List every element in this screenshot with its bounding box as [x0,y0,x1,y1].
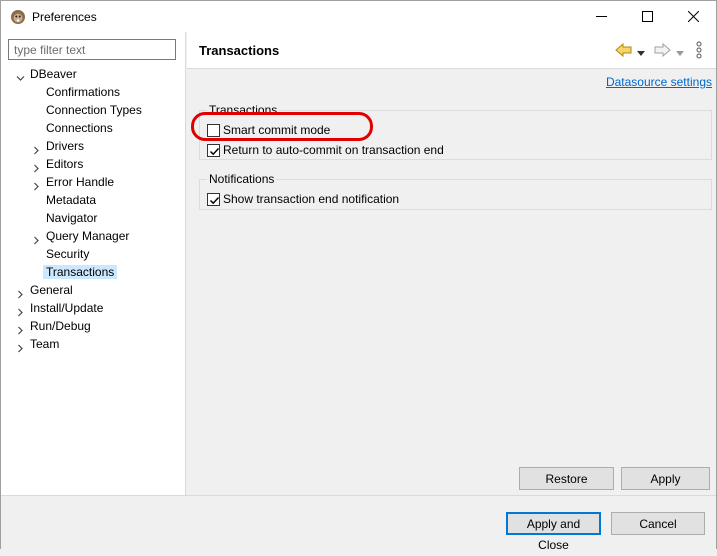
minimize-icon [596,16,607,17]
preference-page: Transactions Datasource settings Transac… [187,32,716,507]
page-header: Transactions [187,32,716,69]
apply-and-close-button[interactable]: Apply and Close [506,512,601,552]
tree-item-label: Metadata [46,193,97,207]
tree-item-dbeaver[interactable]: DBeaver [16,65,77,83]
tree-item-drivers[interactable]: Drivers [34,137,84,155]
cancel-button[interactable]: Cancel [611,512,705,535]
tree-item-general[interactable]: General [18,281,73,299]
forward-arrow-icon[interactable] [653,42,671,61]
tree-item-run-debug[interactable]: Run/Debug [18,317,91,335]
tree-item-label: Transactions [43,265,118,279]
chevron-right-icon[interactable] [16,286,25,304]
checkmark-icon [209,147,220,156]
back-history-chevron-down-icon[interactable] [637,46,645,60]
chevron-right-icon[interactable] [16,304,25,322]
tree-item-transactions[interactable]: Transactions [43,263,118,281]
close-button[interactable] [670,1,716,32]
datasource-settings-link[interactable]: Datasource settings [606,75,712,89]
preferences-tree-pane: DBeaver Confirmations Connection Types Conn… [1,32,186,495]
notifications-group-legend: Notifications [207,172,277,186]
chevron-right-icon[interactable] [32,232,41,250]
tree-item-install-update[interactable]: Install/Update [18,299,104,317]
preferences-window: Preferences DBeaver Confirmations Connecti… [0,0,717,552]
tree-item-label: Editors [46,157,84,171]
title-bar: Preferences [1,1,716,32]
tree-item-label: Connections [46,121,113,135]
checkmark-icon [209,196,220,205]
checkbox-label: Show transaction end notification [223,192,400,206]
chevron-right-icon[interactable] [16,340,25,358]
checkbox-box[interactable] [207,144,220,157]
chevron-right-icon[interactable] [32,142,41,160]
tree-item-label: Drivers [46,139,84,153]
tree-item-security[interactable]: Security [46,245,89,263]
chevron-right-icon[interactable] [16,322,25,340]
apply-button[interactable]: Apply [621,467,710,490]
tree-item-error-handle[interactable]: Error Handle [34,173,115,191]
forward-history-chevron-down-icon[interactable] [676,46,684,60]
tree-item-connections[interactable]: Connections [46,119,113,137]
tree-item-label: Security [46,247,90,261]
tree-item-team[interactable]: Team [18,335,60,353]
window-title: Preferences [32,10,97,24]
filter-input[interactable] [8,39,176,60]
page-title: Transactions [199,43,280,58]
checkbox-label: Return to auto-commit on transaction end [223,143,444,157]
tree-item-label: Query Manager [46,229,130,243]
back-arrow-icon[interactable] [615,42,633,61]
tree-item-label: DBeaver [30,67,77,81]
chevron-right-icon[interactable] [32,160,41,178]
maximize-icon [642,11,653,22]
dbeaver-app-icon [10,9,26,25]
tree-item-label: Team [30,337,60,351]
checkbox-box[interactable] [207,193,220,206]
tree-item-label: Connection Types [46,103,142,117]
maximize-button[interactable] [624,1,670,32]
tree-item-editors[interactable]: Editors [34,155,84,173]
tree-item-label: General [30,283,73,297]
tree-item-label: Run/Debug [30,319,91,333]
tree-item-label: Navigator [46,211,98,225]
tree-item-label: Install/Update [30,301,104,315]
tree-item-navigator[interactable]: Navigator [46,209,97,227]
dialog-button-bar: Apply and Close Cancel [1,495,716,552]
tree-item-metadata[interactable]: Metadata [46,191,96,209]
tree-item-confirmations[interactable]: Confirmations [46,83,120,101]
minimize-button[interactable] [578,1,624,32]
tree-item-label: Error Handle [46,175,115,189]
tree-item-query-manager[interactable]: Query Manager [34,227,130,245]
tree-item-label: Confirmations [46,85,121,99]
annotation-highlight [191,112,373,141]
chevron-down-icon[interactable] [16,70,25,88]
notifications-group: Notifications Show transaction end notif… [199,172,712,210]
tree-item-connection-types[interactable]: Connection Types [46,101,142,119]
chevron-right-icon[interactable] [32,178,41,196]
view-menu-icon[interactable] [695,41,703,62]
close-icon [688,11,699,22]
restore-defaults-button[interactable]: Restore Defaults [519,467,614,507]
